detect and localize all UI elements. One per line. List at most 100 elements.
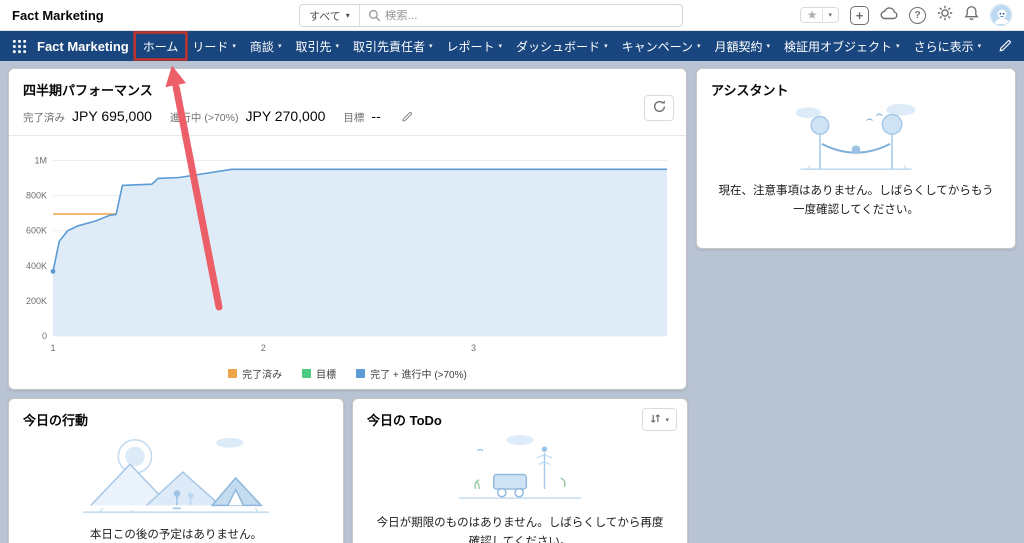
global-header: Fact Marketing すべて ▾ ★ ▾ + ? [0,0,1024,31]
todays-events-card: 今日の行動 本日この後の予定 [8,398,344,543]
events-message: 本日この後の予定はありません。 [70,521,282,543]
guidance-button[interactable] [880,6,898,25]
company-name: Fact Marketing [12,8,104,23]
chevron-down-icon: ▾ [767,42,771,50]
performance-card-title: 四半期パフォーマンス [9,69,686,101]
camping-illustration [70,431,282,521]
chevron-down-icon: ▾ [697,42,701,50]
search-scope-label: すべて [309,8,341,24]
tab-label: ダッシュボード [516,38,600,55]
tab-test-object[interactable]: 検証用オブジェクト▾ [784,38,900,55]
tab-accounts[interactable]: 取引先 ▾ [295,38,339,55]
svg-text:3: 3 [471,343,476,353]
goal-value: -- [371,108,380,124]
in-progress-label: 進行中 (>70%) [170,110,239,125]
svg-text:1: 1 [50,343,55,353]
tab-label: キャンペーン [622,38,693,55]
closed-label: 完了済み [23,110,65,125]
events-card-title: 今日の行動 [9,399,343,431]
quarterly-performance-card: 四半期パフォーマンス 完了済み JPY 695,000 進行中 (>70%) J… [8,68,687,390]
chevron-down-icon: ▾ [604,42,608,50]
legend-item: 目標 [302,366,336,381]
notifications-button[interactable] [964,5,979,26]
divider [822,9,823,21]
question-icon: ? [914,10,920,21]
chevron-down-icon: ▾ [828,11,832,19]
tab-dashboards[interactable]: ダッシュボード ▾ [516,38,608,55]
closed-value: JPY 695,000 [72,108,152,124]
tab-label: 検証用オブジェクト [784,38,892,55]
tab-label: レポート [447,38,495,55]
chevron-down-icon: ▾ [499,42,503,50]
refresh-button[interactable] [644,95,674,121]
performance-summary: 完了済み JPY 695,000 進行中 (>70%) JPY 270,000 … [9,101,686,136]
screen: Fact Marketing すべて ▾ ★ ▾ + ? [0,0,1024,543]
svg-text:600K: 600K [26,226,47,236]
chart-legend: 完了済み目標完了 + 進行中 (>70%) [9,366,686,381]
app-launcher-icon[interactable] [12,39,27,54]
chevron-down-icon: ▾ [978,42,982,50]
todays-todo-card: 今日の ToDo ▾ 今日 [352,398,688,543]
tab-reports[interactable]: レポート ▾ [447,38,503,55]
chevron-down-icon: ▾ [278,42,282,50]
performance-chart: 0200K400K600K800K1M123 [17,140,673,365]
chevron-down-icon: ▾ [665,416,669,424]
svg-text:2: 2 [261,343,266,353]
avatar[interactable] [990,4,1012,26]
search-icon [360,9,385,22]
tab-label: 商談 [250,38,274,55]
app-navbar: Fact Marketing ホームリード▾商談▾取引先▾取引先責任者▾レポート… [0,31,1024,61]
svg-text:200K: 200K [26,296,47,306]
tab-label: さらに表示 [914,38,974,55]
tab-home[interactable]: ホーム [143,38,179,55]
tab-label: 取引先責任者 [353,38,425,55]
gear-icon [937,5,953,26]
assistant-card: アシスタント 現在、注意事項はありません。しばらくしてからもう一度確認し [696,68,1016,249]
help-button[interactable]: ? [909,7,926,24]
chevron-down-icon: ▾ [429,42,433,50]
header-icons: ★ ▾ + ? [800,4,1012,26]
global-search: すべて ▾ [299,4,683,27]
chevron-down-icon: ▾ [232,42,236,50]
nav-tabs: ホームリード▾商談▾取引先▾取引先責任者▾レポート▾ダッシュボード▾キャンペーン… [143,38,992,55]
legend-swatch [356,369,365,378]
tab-leads[interactable]: リード▾ [192,38,236,55]
bell-icon [964,5,979,26]
tab-campaigns[interactable]: キャンペーン ▾ [622,38,701,55]
tab-contacts[interactable]: 取引先責任者 ▾ [353,38,433,55]
tab-opportunities[interactable]: 商談 ▾ [250,38,282,55]
search-input[interactable] [385,10,682,22]
chevron-down-icon: ▾ [346,11,350,20]
tab-monthly-contract[interactable]: 月額契約 ▾ [715,38,771,55]
todo-sort-button[interactable]: ▾ [642,408,677,431]
hammock-illustration [781,101,931,177]
legend-swatch [302,369,311,378]
assistant-empty-state: 現在、注意事項はありません。しばらくしてからもう一度確認してください。 [697,101,1015,220]
tab-label: 取引先 [295,38,331,55]
sort-icon [650,412,661,427]
edit-navbar-pencil-icon[interactable] [998,39,1012,53]
plus-icon: + [856,9,864,22]
todo-message: 今日が期限のものはありません。しばらくしてから再度確認してください。 [353,509,687,543]
svg-text:800K: 800K [26,191,47,201]
in-progress-value: JPY 270,000 [245,108,325,124]
tab-more[interactable]: さらに表示 ▾ [914,38,982,55]
svg-text:1M: 1M [34,156,47,166]
edit-goal-pencil-icon[interactable] [401,111,413,123]
cloud-icon [880,6,898,25]
todo-card-title: 今日の ToDo [353,399,687,431]
search-scope-selector[interactable]: すべて ▾ [300,5,360,26]
chevron-down-icon: ▾ [335,42,339,50]
legend-item: 完了 + 進行中 (>70%) [356,366,467,381]
favorites-button[interactable]: ★ ▾ [800,7,839,23]
star-icon: ★ [807,9,818,21]
assistant-card-title: アシスタント [697,69,1015,101]
events-empty-state: 本日この後の予定はありません。 [9,431,343,543]
tab-label: 月額契約 [715,38,763,55]
svg-text:0: 0 [42,331,47,341]
app-name: Fact Marketing [37,39,129,54]
setup-button[interactable] [937,5,953,26]
global-actions-button[interactable]: + [850,6,869,25]
todo-empty-state: 今日が期限のものはありません。しばらくしてから再度確認してください。 [353,431,687,543]
tab-label: ホーム [143,38,179,55]
